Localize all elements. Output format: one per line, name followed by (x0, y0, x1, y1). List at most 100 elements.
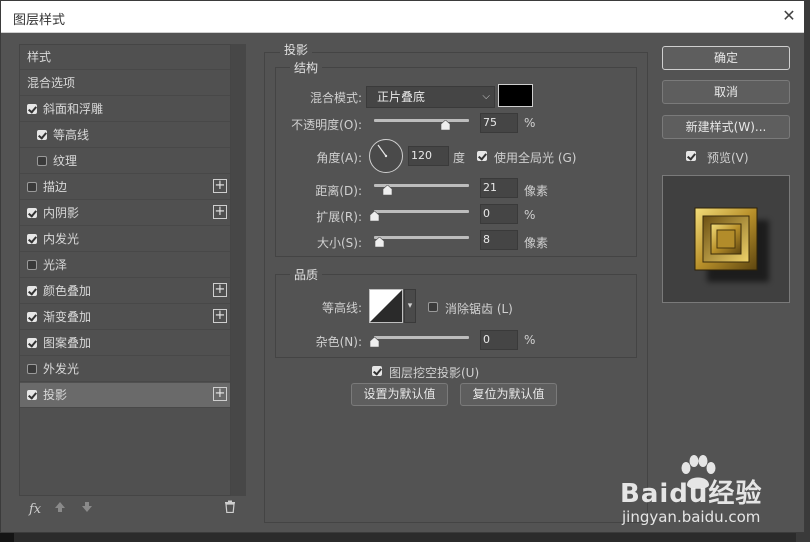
style-list-header[interactable]: 样式 (20, 45, 230, 70)
anti-alias-label: 消除锯齿 (L) (445, 302, 513, 316)
style-list-item[interactable]: 纹理 (20, 149, 230, 174)
fx-icon[interactable]: fx (29, 500, 41, 520)
blend-mode-select[interactable]: 正片叠底 ⌵ (366, 86, 495, 108)
style-item-label: 纹理 (53, 154, 78, 168)
add-effect-icon[interactable]: + (213, 283, 227, 297)
chevron-down-icon: ▾ (407, 301, 413, 311)
cancel-button[interactable]: 取消 (662, 80, 790, 104)
spread-input[interactable]: 0 (480, 204, 518, 224)
style-list-item[interactable]: 图案叠加 (20, 331, 230, 356)
opacity-slider-thumb[interactable] (440, 120, 450, 130)
style-item-checkbox[interactable] (37, 130, 47, 140)
style-item-checkbox[interactable] (27, 182, 37, 192)
style-item-checkbox[interactable] (27, 286, 37, 296)
shadow-color-swatch[interactable] (498, 84, 533, 107)
style-item-checkbox[interactable] (27, 338, 37, 348)
distance-input[interactable]: 21 (480, 178, 518, 198)
style-item-label: 渐变叠加 (43, 310, 92, 324)
contour-preview[interactable] (369, 289, 403, 323)
style-item-label: 描边 (43, 180, 68, 194)
style-list-footer: fx (20, 500, 246, 522)
style-list-item[interactable]: 投影 + (20, 383, 230, 408)
structure-title: 结构 (290, 59, 323, 76)
reset-default-button[interactable]: 复位为默认值 (460, 383, 557, 406)
style-item-label: 内阴影 (43, 206, 80, 220)
noise-slider-thumb[interactable] (369, 337, 379, 347)
style-item-checkbox[interactable] (27, 234, 37, 244)
size-input[interactable]: 8 (480, 230, 518, 250)
knockout-checkbox[interactable] (372, 366, 382, 376)
opacity-slider-track[interactable] (374, 119, 469, 122)
distance-unit: 像素 (524, 184, 549, 198)
dialog-title: 图层样式 (13, 13, 66, 28)
style-list-scrollbar[interactable] (231, 44, 246, 496)
angle-input[interactable]: 120 (408, 146, 449, 166)
preview-label: 预览(V) (707, 151, 749, 165)
size-slider-thumb[interactable] (375, 237, 385, 247)
style-item-checkbox[interactable] (27, 260, 37, 270)
style-list-item[interactable]: 渐变叠加 + (20, 305, 230, 330)
style-item-checkbox[interactable] (27, 104, 37, 114)
watermark-text: Baidu经验 (620, 479, 763, 509)
arrow-down-icon[interactable] (81, 500, 93, 520)
size-slider-track[interactable] (374, 236, 469, 239)
quality-title: 品质 (290, 266, 323, 283)
spread-unit: % (524, 208, 536, 222)
angle-dial[interactable] (369, 139, 403, 173)
style-item-checkbox[interactable] (27, 364, 37, 374)
anti-alias-checkbox[interactable] (428, 302, 438, 312)
style-list-item[interactable]: 内阴影 + (20, 201, 230, 226)
style-item-label: 图案叠加 (43, 336, 92, 350)
add-effect-icon[interactable]: + (213, 387, 227, 401)
style-list-item[interactable]: 光泽 (20, 253, 230, 278)
style-item-label: 混合选项 (27, 76, 76, 90)
title-bar[interactable]: 图层样式 ✕ (1, 1, 804, 33)
gold-bevel-preview (694, 207, 769, 282)
preview-checkbox[interactable] (686, 151, 696, 161)
style-list-header-label: 样式 (27, 50, 52, 64)
contour-dropdown[interactable]: ▾ (404, 289, 416, 323)
style-item-checkbox[interactable] (27, 312, 37, 322)
style-list-item[interactable]: 等高线 (20, 123, 230, 148)
add-effect-icon[interactable]: + (213, 309, 227, 323)
set-default-button[interactable]: 设置为默认值 (351, 383, 448, 406)
size-label: 大小(S): (316, 236, 362, 250)
opacity-input[interactable]: 75 (480, 113, 518, 133)
new-style-button[interactable]: 新建样式(W)... (662, 115, 790, 139)
style-list-item[interactable]: 混合选项 (20, 71, 230, 96)
style-item-label: 投影 (43, 388, 68, 402)
noise-input[interactable]: 0 (480, 330, 518, 350)
blend-mode-value: 正片叠底 (377, 90, 426, 104)
trash-icon[interactable] (224, 500, 236, 520)
style-item-checkbox[interactable] (27, 208, 37, 218)
blend-mode-label: 混合模式: (309, 91, 362, 105)
ok-button[interactable]: 确定 (662, 46, 790, 70)
panel-title: 投影 (280, 41, 313, 58)
spread-label: 扩展(R): (316, 210, 362, 224)
spread-slider-thumb[interactable] (369, 211, 379, 221)
spread-slider-track[interactable] (374, 210, 469, 213)
opacity-unit: % (524, 116, 536, 130)
style-list-item[interactable]: 颜色叠加 + (20, 279, 230, 304)
style-list-item[interactable]: 外发光 (20, 357, 230, 382)
style-item-checkbox[interactable] (37, 156, 47, 166)
style-item-label: 等高线 (53, 128, 90, 142)
noise-slider-track[interactable] (374, 336, 469, 339)
style-list-item[interactable]: 内发光 (20, 227, 230, 252)
watermark-url: jingyan.baidu.com (622, 508, 761, 526)
add-effect-icon[interactable]: + (213, 179, 227, 193)
distance-slider-thumb[interactable] (382, 185, 392, 195)
close-icon[interactable]: ✕ (778, 5, 800, 27)
size-unit: 像素 (524, 236, 549, 250)
arrow-up-icon[interactable] (54, 500, 66, 520)
style-item-label: 斜面和浮雕 (43, 102, 104, 116)
style-item-label: 内发光 (43, 232, 80, 246)
style-list-item[interactable]: 斜面和浮雕 (20, 97, 230, 122)
style-item-label: 外发光 (43, 362, 80, 376)
style-item-label: 光泽 (43, 258, 68, 272)
add-effect-icon[interactable]: + (213, 205, 227, 219)
style-list-item[interactable]: 描边 + (20, 175, 230, 200)
angle-label: 角度(A): (316, 151, 362, 165)
global-light-checkbox[interactable] (477, 151, 487, 161)
style-item-checkbox[interactable] (27, 390, 37, 400)
